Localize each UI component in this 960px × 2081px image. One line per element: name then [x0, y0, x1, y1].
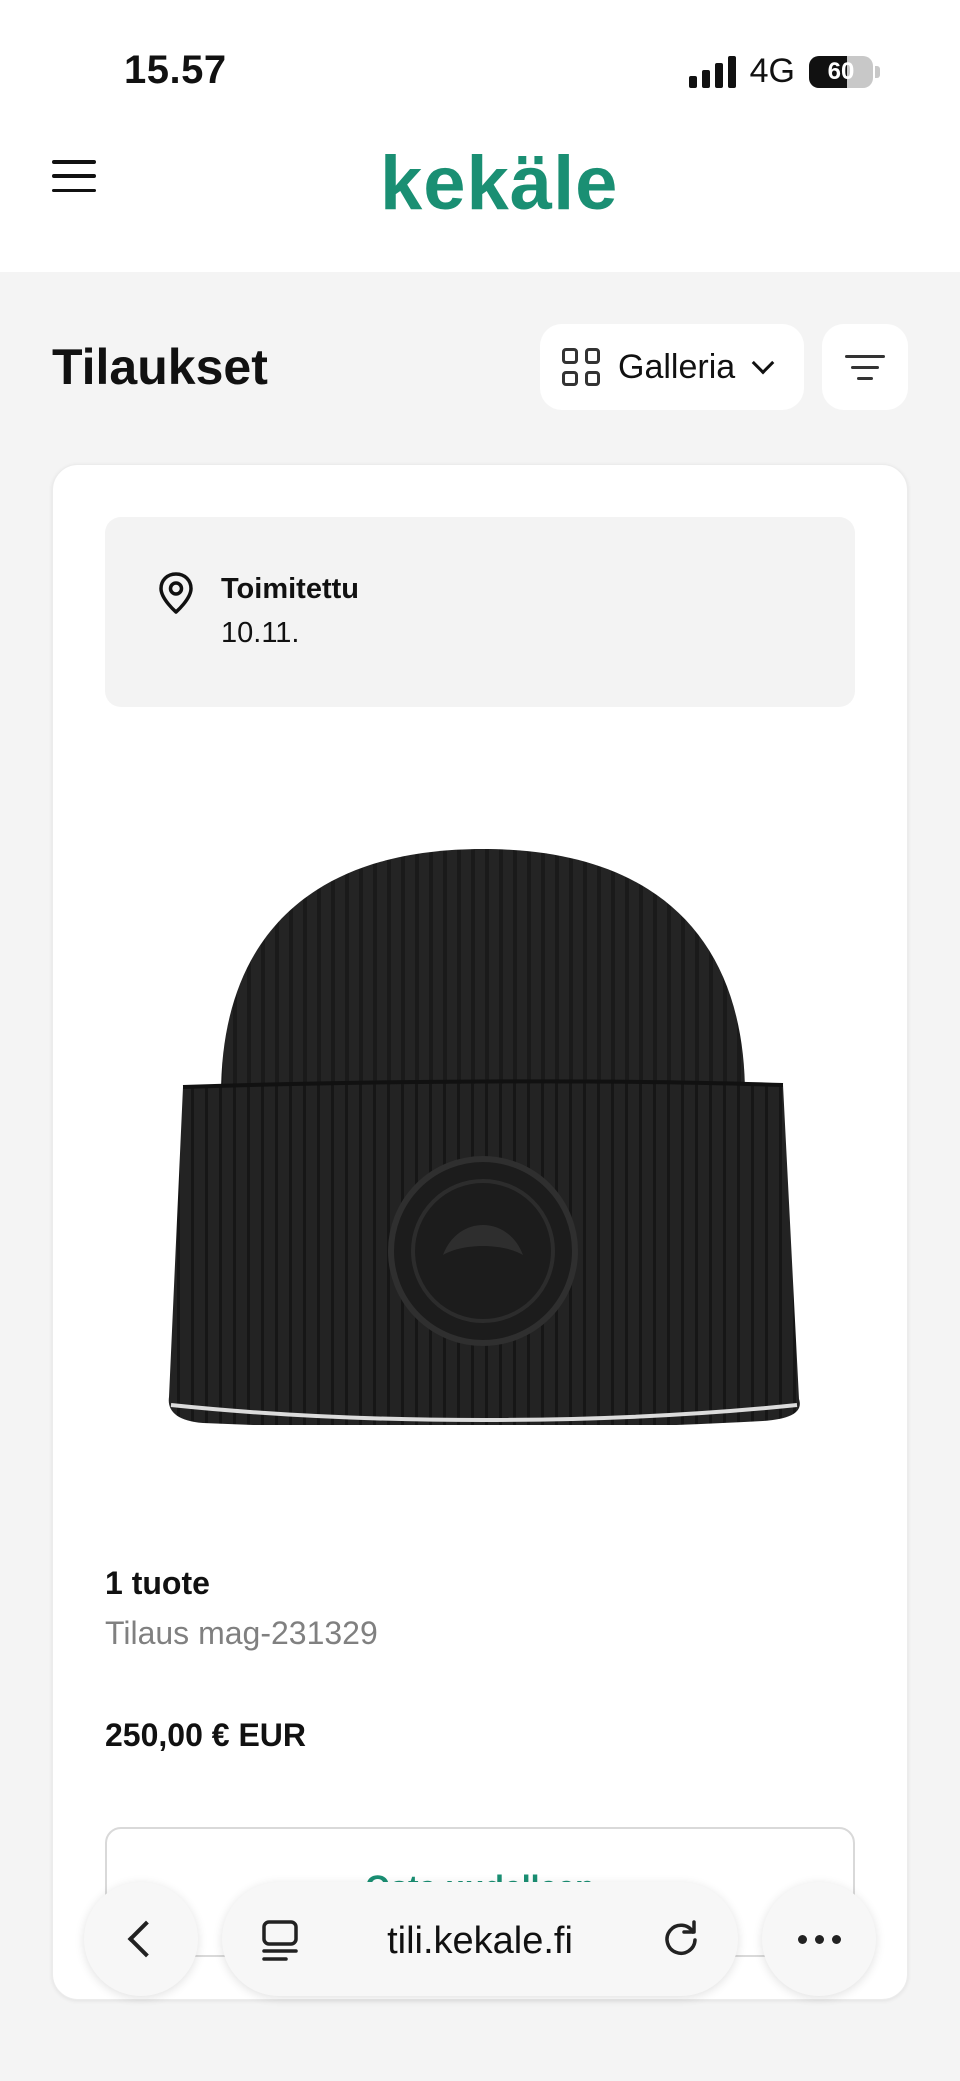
- more-button[interactable]: [762, 1882, 876, 1996]
- battery-icon: 60: [809, 55, 873, 88]
- status-time: 15.57: [124, 48, 227, 92]
- brand-logo[interactable]: kekäle: [380, 140, 618, 227]
- reload-icon[interactable]: [660, 1918, 702, 1960]
- back-icon: [127, 1920, 165, 1958]
- address-bar[interactable]: tili.kekale.fi: [222, 1882, 738, 1996]
- battery-level: 60: [827, 57, 855, 85]
- delivery-status: Toimitettu: [221, 573, 359, 605]
- view-select-label: Galleria: [618, 347, 736, 386]
- delivery-status-box: Toimitettu 10.11.: [105, 517, 855, 707]
- chevron-down-icon: [751, 351, 775, 375]
- delivery-date: 10.11.: [221, 617, 300, 649]
- view-select[interactable]: Galleria: [540, 324, 804, 410]
- more-icon: [797, 1934, 807, 1944]
- item-count: 1 tuote: [105, 1565, 210, 1601]
- product-image[interactable]: [163, 785, 803, 1425]
- order-card[interactable]: Toimitettu 10.11. 1 tuote Tilaus mag-231…: [52, 464, 908, 2000]
- hamburger-menu-icon[interactable]: [52, 160, 96, 192]
- back-button[interactable]: [84, 1882, 198, 1996]
- filter-button[interactable]: [822, 324, 908, 410]
- battery-cap: [875, 65, 880, 78]
- status-indicators: 4G 60: [688, 52, 880, 91]
- map-pin-icon: [159, 572, 193, 614]
- page-title: Tilaukset: [52, 339, 268, 395]
- order-number: Tilaus mag-231329: [105, 1615, 378, 1651]
- signal-icon: [688, 55, 736, 88]
- order-price: 250,00 € EUR: [105, 1717, 307, 1753]
- network-label: 4G: [749, 52, 795, 90]
- filter-icon: [845, 354, 885, 358]
- grid-icon: [562, 348, 600, 386]
- app-header: 15.57 4G 60 kekäle: [0, 0, 960, 272]
